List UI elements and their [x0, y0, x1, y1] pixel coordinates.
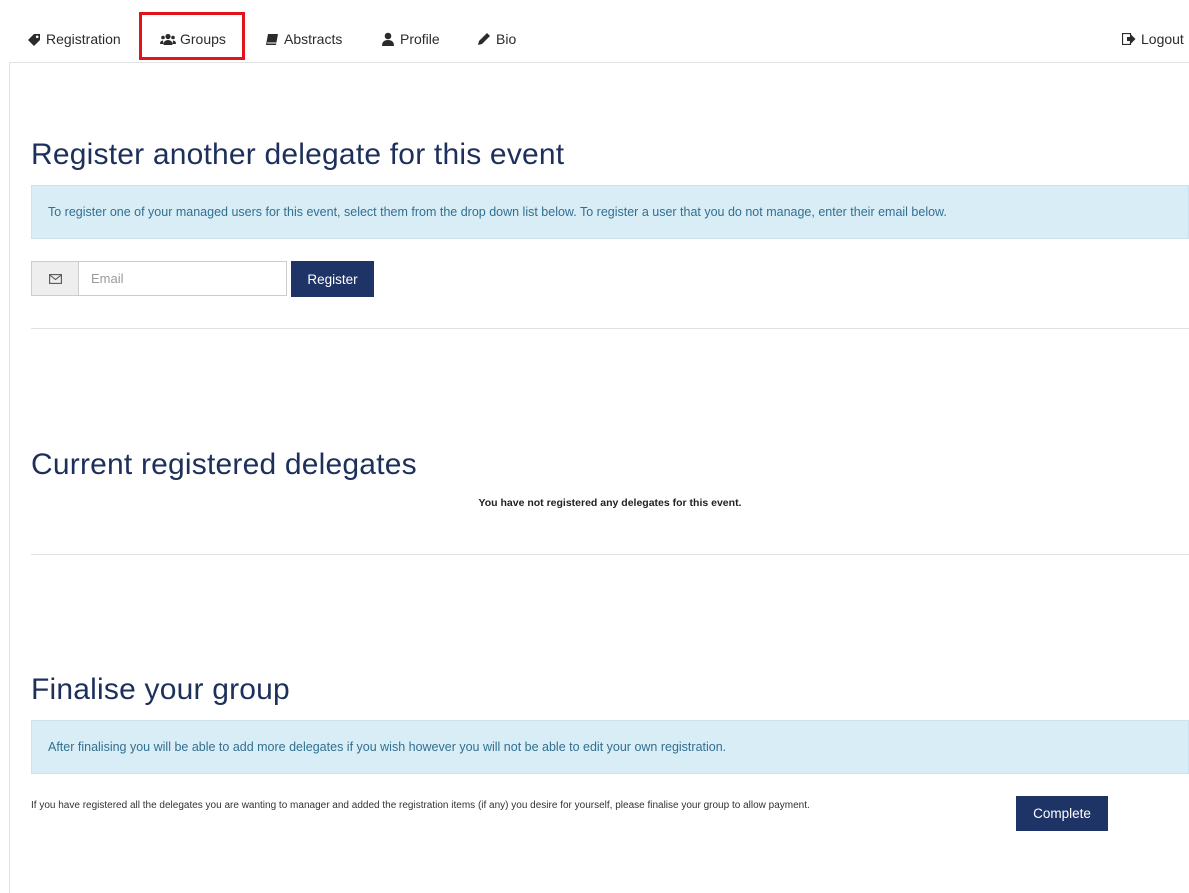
finalise-section-title: Finalise your group — [31, 673, 290, 706]
register-section-title: Register another delegate for this event — [31, 138, 565, 171]
register-info-text: To register one of your managed users fo… — [48, 205, 947, 219]
email-input-group — [31, 261, 287, 296]
content-top-border — [9, 62, 1189, 63]
complete-button[interactable]: Complete — [1016, 796, 1108, 831]
no-delegates-message: You have not registered any delegates fo… — [478, 497, 742, 509]
nav-bio-label: Bio — [496, 31, 517, 47]
nav-registration[interactable]: Registration — [26, 31, 121, 47]
nav-abstracts[interactable]: Abstracts — [264, 31, 342, 47]
nav-groups-label: Groups — [180, 31, 226, 47]
current-section-title: Current registered delegates — [31, 448, 417, 481]
nav-logout-label: Logout — [1141, 31, 1184, 47]
nav-profile-label: Profile — [400, 31, 440, 47]
finalise-info-alert: After finalising you will be able to add… — [31, 720, 1189, 774]
logout-icon — [1121, 32, 1137, 46]
divider — [31, 328, 1189, 329]
nav-logout[interactable]: Logout — [1121, 31, 1184, 47]
nav-bio[interactable]: Bio — [476, 31, 516, 47]
divider — [31, 554, 1189, 555]
book-icon — [264, 32, 280, 46]
users-icon — [160, 32, 176, 46]
nav-profile[interactable]: Profile — [380, 31, 440, 47]
finalise-description: If you have registered all the delegates… — [31, 800, 810, 811]
register-info-alert: To register one of your managed users fo… — [31, 185, 1189, 239]
nav-groups[interactable]: Groups — [160, 31, 226, 47]
tag-icon — [26, 32, 42, 46]
envelope-icon — [31, 261, 78, 296]
email-field[interactable] — [78, 261, 287, 296]
nav-abstracts-label: Abstracts — [284, 31, 343, 47]
register-button[interactable]: Register — [291, 261, 374, 297]
top-nav: Registration Groups Abstracts Profile Bi… — [0, 0, 1189, 62]
nav-registration-label: Registration — [46, 31, 121, 47]
content-left-border — [9, 62, 10, 893]
finalise-info-text: After finalising you will be able to add… — [48, 740, 727, 754]
pencil-icon — [476, 32, 492, 46]
user-icon — [380, 32, 396, 46]
